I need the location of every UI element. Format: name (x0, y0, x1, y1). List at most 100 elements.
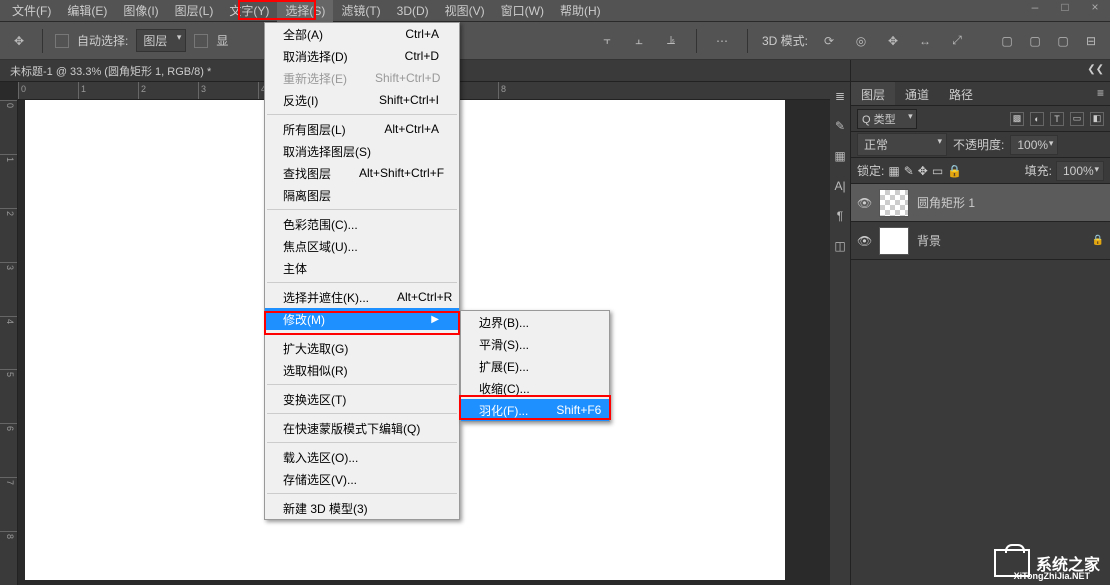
menu-item-modify[interactable]: 修改(M)▶ (265, 308, 459, 330)
close-button[interactable]: × (1080, 0, 1110, 14)
library-panel-icon[interactable]: ◫ (832, 238, 848, 254)
align-vcenter-icon[interactable]: ⫠ (628, 30, 650, 52)
tab-paths[interactable]: 路径 (939, 82, 983, 105)
menu-type[interactable]: 文字(Y) (221, 0, 277, 22)
panel-group3-icon[interactable]: ▢ (1052, 30, 1074, 52)
menu-item-quick-mask[interactable]: 在快速蒙版模式下编辑(Q) (265, 417, 459, 439)
panel-menu-icon[interactable]: ≡ (1091, 82, 1110, 105)
submenu-item-border[interactable]: 边界(B)... (461, 311, 609, 333)
layer-row-rounded-rect[interactable]: 👁 圆角矩形 1 (851, 184, 1110, 222)
menu-item-subject[interactable]: 主体 (265, 257, 459, 279)
menu-item-find-layers[interactable]: 查找图层Alt+Shift+Ctrl+F (265, 162, 459, 184)
menu-item-color-range[interactable]: 色彩范围(C)... (265, 213, 459, 235)
menu-item-isolate-layers[interactable]: 隔离图层 (265, 184, 459, 206)
minimize-button[interactable]: – (1020, 0, 1050, 14)
submenu-item-smooth[interactable]: 平滑(S)... (461, 333, 609, 355)
panel-tab-strip: 图层 通道 路径 ≡ (851, 82, 1110, 106)
filter-pixel-icon[interactable]: ▩ (1010, 112, 1024, 126)
menu-item-grow[interactable]: 扩大选取(G) (265, 337, 459, 359)
menu-item-all-layers[interactable]: 所有图层(L)Alt+Ctrl+A (265, 118, 459, 140)
window-controls: – □ × (1020, 0, 1110, 14)
submenu-item-feather[interactable]: 羽化(F)...Shift+F6 (461, 399, 609, 421)
menu-help[interactable]: 帮助(H) (552, 0, 609, 22)
menu-item-select-and-mask[interactable]: 选择并遮住(K)...Alt+Ctrl+R (265, 286, 459, 308)
maximize-button[interactable]: □ (1050, 0, 1080, 14)
move-tool-icon[interactable]: ✥ (8, 30, 30, 52)
lock-artboard-icon[interactable]: ▭ (932, 164, 943, 178)
menu-item-focus-area[interactable]: 焦点区域(U)... (265, 235, 459, 257)
3d-scale-icon[interactable]: ⤢ (946, 30, 968, 52)
auto-select-target-dropdown[interactable]: 图层 (136, 29, 186, 52)
filter-smart-icon[interactable]: ◧ (1090, 112, 1104, 126)
history-panel-icon[interactable]: ≣ (832, 88, 848, 104)
auto-select-checkbox[interactable] (55, 34, 69, 48)
character-panel-icon[interactable]: A| (832, 178, 848, 194)
close-icon: × (1091, 0, 1098, 14)
lock-trans-icon[interactable]: ▦ (888, 164, 899, 178)
layer-filter-type-dropdown[interactable]: Q 类型 (857, 109, 917, 129)
menu-image[interactable]: 图像(I) (115, 0, 166, 22)
3d-orbit-icon[interactable]: ⟳ (818, 30, 840, 52)
paragraph-panel-icon[interactable]: ¶ (832, 208, 848, 224)
submenu-item-expand[interactable]: 扩展(E)... (461, 355, 609, 377)
menu-3d[interactable]: 3D(D) (389, 1, 437, 21)
menu-item-save-selection[interactable]: 存储选区(V)... (265, 468, 459, 490)
menu-view[interactable]: 视图(V) (437, 0, 493, 22)
fill-input[interactable]: 100% (1056, 161, 1104, 181)
menu-item-transform-selection[interactable]: 变换选区(T) (265, 388, 459, 410)
menu-item-similar[interactable]: 选取相似(R) (265, 359, 459, 381)
lock-image-icon[interactable]: ✎ (904, 164, 914, 178)
label: 存储选区(V)... (283, 471, 357, 488)
layer-name[interactable]: 背景 (917, 232, 941, 249)
visibility-toggle-icon[interactable]: 👁 (857, 234, 871, 248)
3d-slide-icon[interactable]: ↔ (914, 30, 936, 52)
filter-type-icon[interactable]: T (1050, 112, 1064, 126)
3d-roll-icon[interactable]: ◎ (850, 30, 872, 52)
document-tab[interactable]: 未标题-1 @ 33.3% (圆角矩形 1, RGB/8) * (10, 63, 211, 79)
layer-thumbnail[interactable] (879, 189, 909, 217)
tab-layers[interactable]: 图层 (851, 82, 895, 105)
align-top-icon[interactable]: ⫟ (596, 30, 618, 52)
lock-all-icon[interactable]: 🔒 (947, 164, 962, 178)
menu-layer[interactable]: 图层(L) (167, 0, 222, 22)
3d-pan-icon[interactable]: ✥ (882, 30, 904, 52)
blend-mode-dropdown[interactable]: 正常 (857, 133, 947, 156)
panel-group1-icon[interactable]: ▢ (996, 30, 1018, 52)
blend-opacity-row: 正常 不透明度: 100% (851, 132, 1110, 158)
submenu-arrow-icon: ▶ (431, 314, 439, 325)
label: 在快速蒙版模式下编辑(Q) (283, 420, 420, 437)
menu-separator (267, 282, 457, 283)
distribute-icon[interactable]: ⋯ (711, 30, 733, 52)
menu-edit[interactable]: 编辑(E) (59, 0, 115, 22)
menu-item-deselect-layers[interactable]: 取消选择图层(S) (265, 140, 459, 162)
menu-filter[interactable]: 滤镜(T) (333, 0, 388, 22)
filter-adjust-icon[interactable]: ◐ (1030, 112, 1044, 126)
layer-thumbnail[interactable] (879, 227, 909, 255)
swatches-panel-icon[interactable]: ▦ (832, 148, 848, 164)
menu-item-all[interactable]: 全部(A)Ctrl+A (265, 23, 459, 45)
menu-item-deselect[interactable]: 取消选择(D)Ctrl+D (265, 45, 459, 67)
brush-panel-icon[interactable]: ✎ (832, 118, 848, 134)
menu-select[interactable]: 选择(S) (277, 0, 333, 22)
menu-item-new-3d-extrusion[interactable]: 新建 3D 模型(3) (265, 497, 459, 519)
menu-window[interactable]: 窗口(W) (493, 0, 552, 22)
layer-row-background[interactable]: 👁 背景 🔒 (851, 222, 1110, 260)
submenu-item-contract[interactable]: 收缩(C)... (461, 377, 609, 399)
menu-item-inverse[interactable]: 反选(I)Shift+Ctrl+I (265, 89, 459, 111)
menu-file[interactable]: 文件(F) (4, 0, 59, 22)
visibility-toggle-icon[interactable]: 👁 (857, 196, 871, 210)
opacity-input[interactable]: 100% (1010, 135, 1058, 155)
layer-name[interactable]: 圆角矩形 1 (917, 194, 975, 211)
panel-group2-icon[interactable]: ▢ (1024, 30, 1046, 52)
collapse-panel-icon[interactable]: ❮❮ (1087, 64, 1104, 77)
show-transform-checkbox[interactable] (194, 34, 208, 48)
filter-shape-icon[interactable]: ▭ (1070, 112, 1084, 126)
lock-position-icon[interactable]: ✥ (918, 164, 928, 178)
shortcut: Ctrl+A (377, 27, 439, 41)
tab-channels[interactable]: 通道 (895, 82, 939, 105)
align-bottom-icon[interactable]: ⫡ (660, 30, 682, 52)
panel-collapse-icon[interactable]: ⊟ (1080, 30, 1102, 52)
shortcut: Shift+F6 (528, 403, 601, 417)
label: 收缩(C)... (479, 380, 530, 397)
menu-item-load-selection[interactable]: 载入选区(O)... (265, 446, 459, 468)
